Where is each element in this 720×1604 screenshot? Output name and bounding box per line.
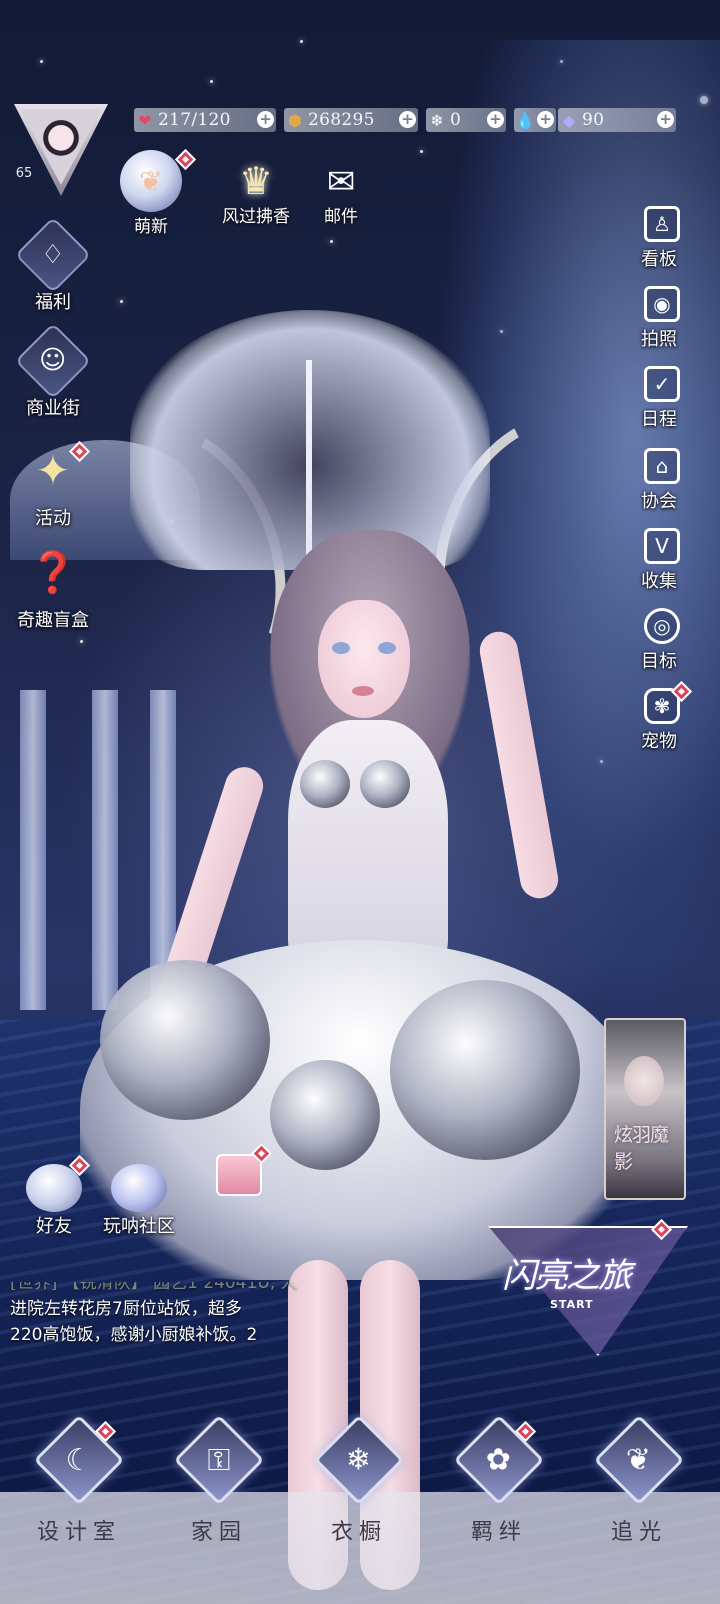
camera-icon: ◉ [644,286,680,322]
bottom-nav-label: 设计室 [36,1520,121,1545]
envelope-icon: ✉ [326,162,356,202]
right-nav-label: 日程 [641,409,677,430]
mystery-box-icon: ❓ [28,550,78,596]
community-label: 玩呐社区 [103,1216,175,1237]
planet-community-icon [111,1164,167,1212]
start-journey-button[interactable]: 闪亮之旅 START [488,1218,688,1356]
right-nav-label: 协会 [641,491,677,512]
bottom-nav-design-studio[interactable]: ☾ 设计室 [24,1414,134,1546]
resource-diamond[interactable]: ◆ 90 + [558,108,676,132]
resource-value: 217/120 [158,110,231,130]
right-nav-label: 目标 [641,651,677,672]
left-nav-label: 活动 [35,508,71,529]
chat-panel[interactable]: [世界] 【锐滑队】 园艺1 24041U, 人 进院左转花房7厨位站饭，超多 … [10,1282,300,1392]
add-diamond-button[interactable]: + [657,111,674,128]
right-nav-label: 收集 [641,571,677,592]
right-nav-label: 宠物 [641,731,677,752]
butterfly-icon: ❦ [626,1442,652,1478]
gift-button[interactable] [214,1142,273,1196]
hot-air-balloon-icon: ♢ [41,240,65,270]
pearl-drop-icon: 💧 [515,110,535,130]
right-nav-label: 看板 [641,249,677,270]
chat-line: 进院左转花房7厨位站饭，超多 [10,1299,242,1319]
left-nav-welfare[interactable]: ♢ 福利 [10,216,96,314]
bottom-nav-home[interactable]: ⚿ 家园 [164,1414,274,1546]
left-nav-shopping[interactable]: ☺ 商业街 [10,322,96,420]
newbie-button[interactable]: ❦ 萌新 [114,148,197,237]
start-journey-title: 闪亮之旅 [502,1256,632,1296]
bottom-nav-wardrobe[interactable]: ❄ 衣橱 [304,1414,414,1546]
start-journey-subtitle: START [550,1298,594,1311]
chat-line: [世界] 【锐滑队】 园艺1 24041U, 人 [10,1282,298,1293]
resource-crystal[interactable]: ❄ 0 + [426,108,506,132]
heart-gem-icon: ❤ [138,110,152,130]
calendar-check-icon: ✓ [644,366,680,402]
bottom-nav-label: 追光 [610,1520,667,1545]
right-nav-schedule[interactable]: ✓ 日程 [640,366,684,431]
left-nav-label: 奇趣盲盒 [17,610,89,631]
crown-icon: ♛ [238,159,274,203]
resource-bar: ❤ 217/120 + ⬢ 268295 + ❄ 0 + 💧 + ◆ 90 + [134,108,696,132]
resource-stamina[interactable]: ❤ 217/120 + [134,108,276,132]
resource-value: 0 [450,110,462,130]
add-pearl-button[interactable]: + [537,111,554,128]
add-crystal-button[interactable]: + [487,111,504,128]
chat-line: 220高饱饭，感谢小厨娘补饭。2 [10,1325,258,1345]
snowflake-wardrobe-icon: ❄ [346,1442,372,1478]
right-nav-board[interactable]: ♙ 看板 [640,206,684,271]
right-nav-photo[interactable]: ◉ 拍照 [640,286,684,351]
player-avatar[interactable]: 65 [14,104,108,196]
bottom-nav-bond[interactable]: ✿ 羁绊 [444,1414,554,1546]
event-feng-label: 风过拂香 [222,207,290,227]
diamond-icon: ◆ [562,110,576,130]
figure-board-icon: ♙ [644,206,680,242]
left-nav-activity[interactable]: ✦ 活动 [10,440,96,530]
community-button[interactable]: 玩呐社区 [84,1164,194,1238]
bottom-nav-label: 羁绊 [470,1520,527,1545]
crystal-ball-butterfly-icon: ❦ [120,150,182,212]
mail-button[interactable]: ✉ 邮件 [316,162,366,227]
key-home-icon: ⚿ [207,1442,231,1478]
target-icon: ◎ [644,608,680,644]
left-nav-label: 福利 [35,292,71,313]
friends-button[interactable]: 好友 [14,1154,94,1238]
event-card-title: 炫羽魔影 [614,1124,669,1173]
event-card-portrait [624,1056,664,1106]
resource-gold[interactable]: ⬢ 268295 + [284,108,418,132]
event-card[interactable]: 炫羽魔影 [604,1018,686,1200]
bottom-nav-label: 衣橱 [330,1520,387,1545]
right-nav-guild[interactable]: ⌂ 协会 [640,448,684,513]
collection-v-icon: V [644,528,680,564]
left-nav-label: 商业街 [26,398,80,419]
add-stamina-button[interactable]: + [257,111,274,128]
resource-pearl[interactable]: 💧 + [514,108,556,132]
flower-bond-icon: ✿ [486,1442,512,1478]
right-nav-pet[interactable]: ✾ 宠物 [640,680,693,753]
newbie-label: 萌新 [134,217,168,237]
right-nav-goal[interactable]: ◎ 目标 [640,608,684,673]
gift-box-icon [216,1154,262,1196]
moon-design-icon: ☾ [65,1442,93,1478]
resource-value: 90 [582,110,605,130]
add-gold-button[interactable]: + [399,111,416,128]
bottom-nav-chase-light[interactable]: ❦ 追光 [584,1414,694,1546]
player-level: 65 [15,166,33,181]
shopping-bag-icon: ☺ [39,345,67,376]
right-nav-label: 拍照 [641,329,677,350]
resource-value: 268295 [308,110,375,130]
bottom-nav-label: 家园 [190,1520,247,1545]
guild-building-icon: ⌂ [644,448,680,484]
event-feng-button[interactable]: ♛ 风过拂香 [210,160,302,227]
friends-label: 好友 [36,1216,72,1237]
right-nav-collection[interactable]: V 收集 [640,528,684,593]
gold-coin-icon: ⬢ [288,110,302,130]
mail-label: 邮件 [324,207,358,227]
snowflake-crystal-icon: ❄ [430,110,444,130]
left-nav-mystery-box[interactable]: ❓ 奇趣盲盒 [10,546,96,632]
